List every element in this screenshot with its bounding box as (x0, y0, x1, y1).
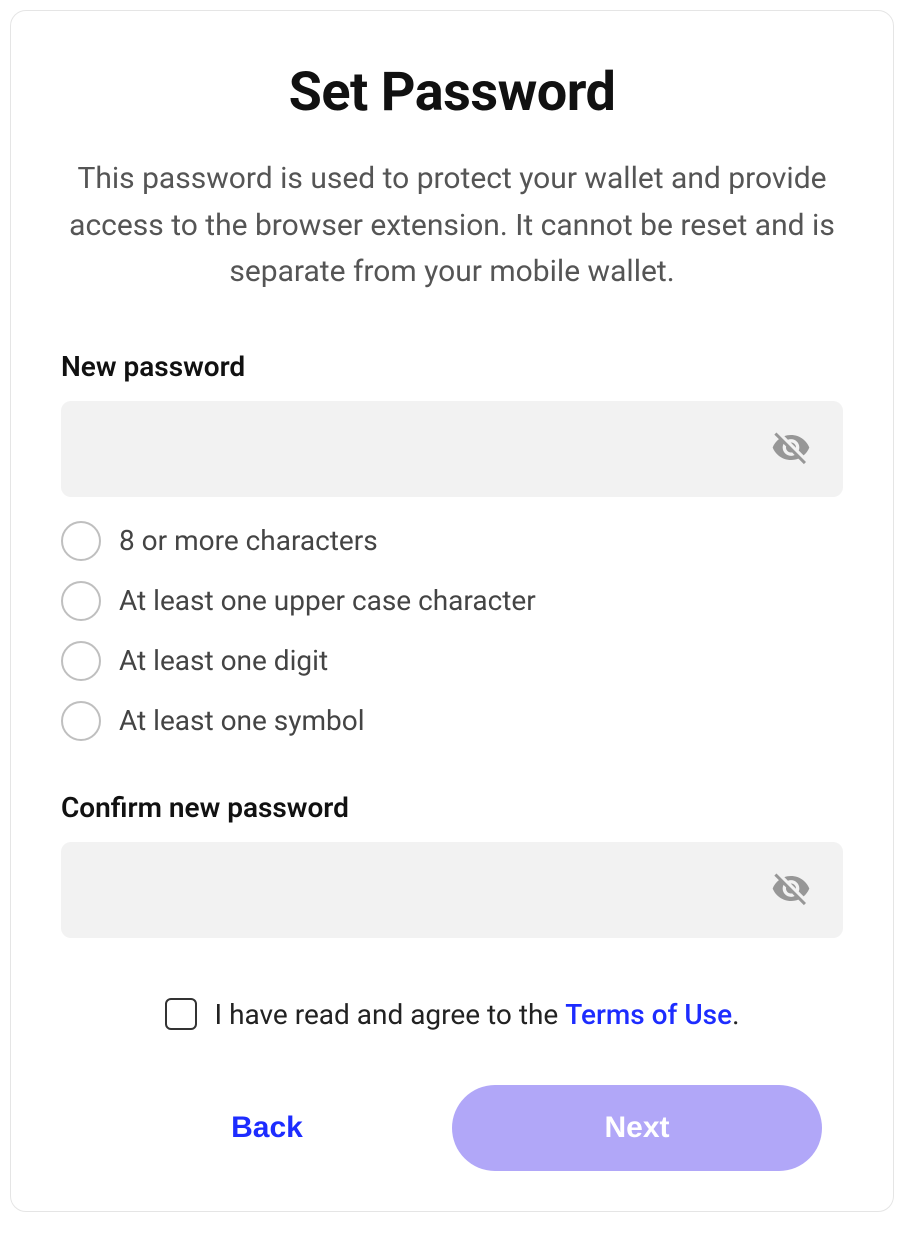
requirement-item: 8 or more characters (61, 521, 843, 561)
requirement-status-icon (61, 521, 101, 561)
requirement-status-icon (61, 701, 101, 741)
toggle-new-password-visibility[interactable] (765, 421, 817, 476)
requirement-text: At least one digit (119, 644, 328, 677)
password-requirements: 8 or more characters At least one upper … (61, 521, 843, 741)
toggle-confirm-password-visibility[interactable] (765, 862, 817, 917)
eye-off-icon (771, 427, 811, 470)
requirement-item: At least one upper case character (61, 581, 843, 621)
terms-checkbox[interactable] (165, 998, 197, 1030)
eye-off-icon (771, 868, 811, 911)
page-title: Set Password (61, 61, 843, 124)
terms-prefix: I have read and agree to the (215, 998, 566, 1031)
back-button[interactable]: Back (82, 1085, 452, 1171)
requirement-status-icon (61, 641, 101, 681)
new-password-wrap (61, 401, 843, 497)
next-button[interactable]: Next (452, 1085, 822, 1171)
confirm-password-input[interactable] (61, 842, 843, 938)
requirement-item: At least one symbol (61, 701, 843, 741)
terms-suffix: . (732, 998, 739, 1031)
requirement-text: At least one symbol (119, 704, 365, 737)
new-password-group: New password (61, 350, 843, 497)
requirement-text: 8 or more characters (119, 524, 378, 557)
confirm-password-label: Confirm new password (61, 791, 843, 824)
confirm-password-wrap (61, 842, 843, 938)
confirm-password-group: Confirm new password (61, 791, 843, 938)
new-password-label: New password (61, 350, 843, 383)
set-password-card: Set Password This password is used to pr… (10, 10, 894, 1212)
button-row: Back Next (61, 1085, 843, 1171)
page-description: This password is used to protect your wa… (61, 156, 843, 296)
terms-text: I have read and agree to the Terms of Us… (215, 998, 740, 1031)
terms-row: I have read and agree to the Terms of Us… (61, 998, 843, 1031)
requirement-text: At least one upper case character (119, 584, 536, 617)
terms-of-use-link[interactable]: Terms of Use (565, 998, 732, 1031)
requirement-status-icon (61, 581, 101, 621)
new-password-input[interactable] (61, 401, 843, 497)
requirement-item: At least one digit (61, 641, 843, 681)
